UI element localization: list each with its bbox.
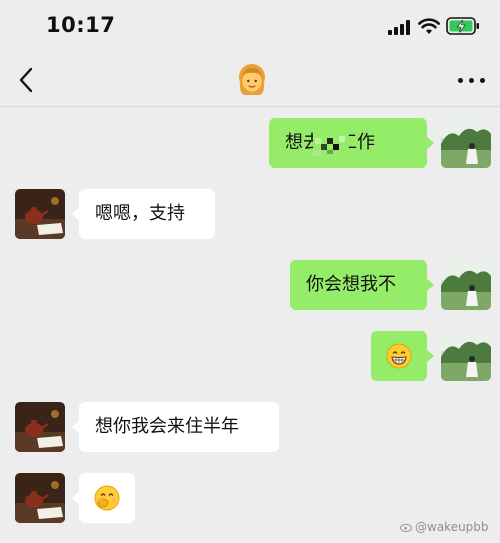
- contact-emoji-title: [239, 64, 265, 95]
- contact-avatar[interactable]: [15, 189, 65, 239]
- more-options-icon[interactable]: [458, 78, 486, 86]
- weibo-logo-icon: [400, 523, 412, 532]
- chevron-left-icon[interactable]: [16, 66, 38, 94]
- status-time: 10:17: [46, 13, 116, 37]
- message-bubble-sent[interactable]: 你会想我不: [290, 260, 434, 310]
- weibo-watermark: @wakeupbb: [400, 520, 489, 534]
- battery-charging-icon: [446, 17, 479, 35]
- my-avatar[interactable]: [441, 331, 491, 381]
- message-bubble-received[interactable]: 想你我会来住半年: [72, 402, 279, 452]
- grinning-face-icon: [386, 343, 412, 369]
- my-avatar[interactable]: [441, 118, 491, 168]
- watermark-text: @wakeupbb: [415, 520, 489, 534]
- wifi-icon: [418, 18, 440, 34]
- message-text: 想你我会来住半年: [95, 416, 239, 437]
- chat-header: [0, 52, 500, 108]
- censor-pixelation: [313, 132, 349, 160]
- message-bubble-sent-emoji[interactable]: [371, 331, 434, 381]
- message-text: 你会想我不: [306, 274, 396, 295]
- contact-avatar[interactable]: [15, 402, 65, 452]
- message-bubble-received[interactable]: 嗯嗯，支持: [72, 189, 215, 239]
- cellular-signal-icon: [388, 19, 412, 35]
- header-divider: [0, 106, 500, 107]
- message-bubble-received-emoji[interactable]: [72, 473, 135, 523]
- my-avatar[interactable]: [441, 260, 491, 310]
- contact-avatar[interactable]: [15, 473, 65, 523]
- message-text: 嗯嗯，支持: [95, 203, 185, 224]
- status-bar: 10:17: [0, 0, 500, 52]
- hand-over-mouth-face-icon: [94, 485, 120, 511]
